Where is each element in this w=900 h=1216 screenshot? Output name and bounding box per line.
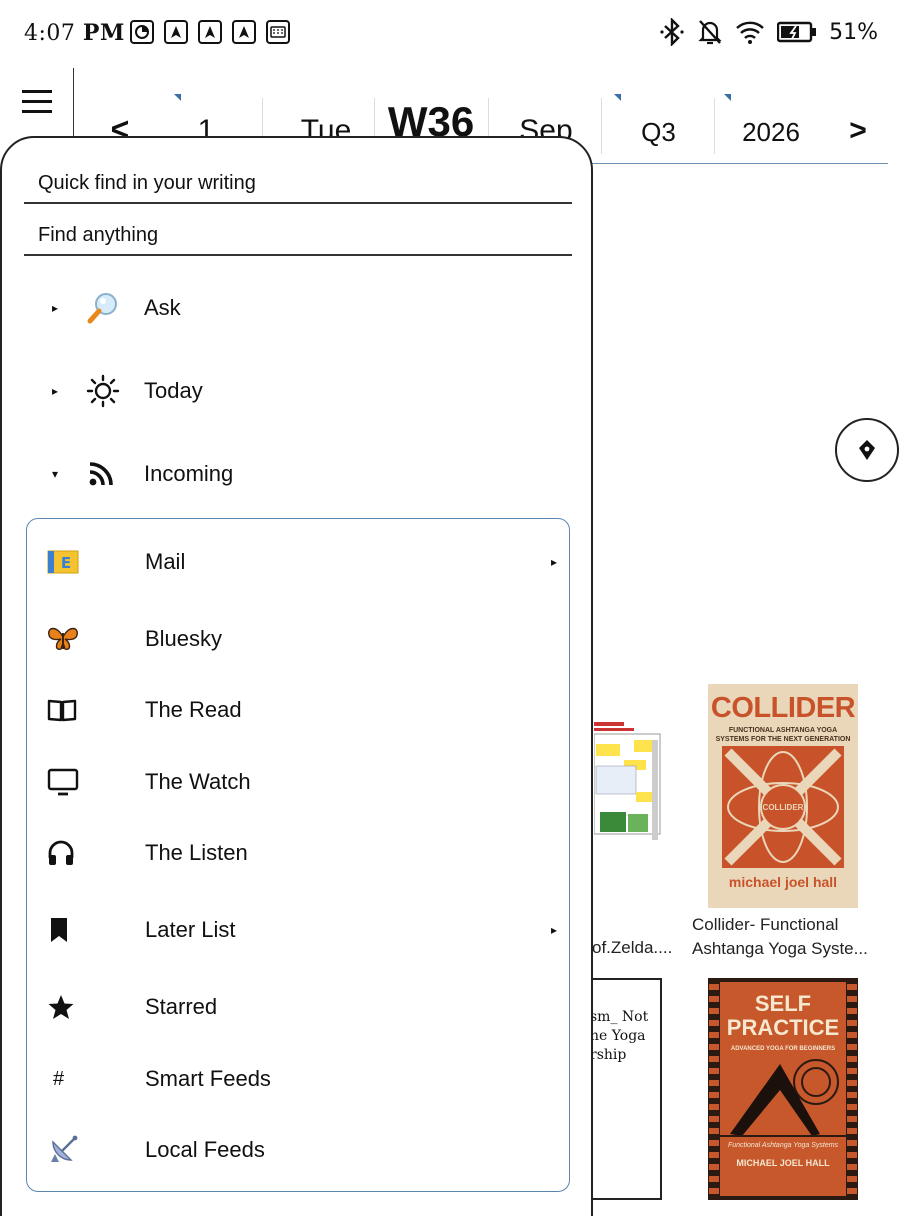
nav-item-ask[interactable]: ▸ Ask: [52, 278, 572, 338]
pen-nib-icon: [859, 440, 875, 460]
dropdown-tick-icon: [614, 94, 621, 101]
app-notification-icon: [130, 20, 154, 44]
star-icon: [47, 987, 145, 1027]
book-thumbnail-notes[interactable]: sm_ Not he Yoga rship: [588, 978, 662, 1200]
headphones-icon: [47, 833, 145, 873]
navigation-arrow-icon: [198, 20, 222, 44]
submenu-item-the-listen[interactable]: The Listen: [47, 828, 557, 878]
hash-icon: #: [53, 1067, 65, 1090]
incoming-submenu: E Mail ▸ Bluesky The Read The Watch The …: [26, 518, 570, 1192]
submenu-item-mail[interactable]: E Mail ▸: [47, 537, 557, 587]
status-time: 4:07 PM: [24, 20, 125, 46]
submenu-item-the-read[interactable]: The Read: [47, 685, 557, 735]
navigation-drawer: Quick find in your writing Find anything…: [0, 136, 593, 1216]
sun-icon: [86, 371, 144, 411]
mail-icon: E: [47, 542, 145, 582]
keyboard-icon: [266, 20, 290, 44]
nav-item-incoming[interactable]: ▾ Incoming: [52, 444, 572, 504]
submenu-item-smart-feeds[interactable]: # Smart Feeds: [47, 1054, 557, 1104]
divider: [601, 98, 602, 154]
year-selector[interactable]: 2026: [716, 90, 826, 164]
bookmark-icon: [47, 910, 145, 950]
quick-find-input[interactable]: Quick find in your writing: [24, 168, 572, 204]
submenu-item-the-watch[interactable]: The Watch: [47, 757, 557, 807]
battery-percent: 51%: [829, 19, 878, 45]
find-anything-input[interactable]: Find anything: [24, 220, 572, 256]
nav-item-today[interactable]: ▸ Today: [52, 361, 572, 421]
next-period-button[interactable]: >: [838, 90, 878, 164]
magnifier-icon: [86, 288, 144, 328]
navigation-arrow-icon: [232, 20, 256, 44]
svg-text:COLLIDER: COLLIDER: [763, 803, 804, 812]
dropdown-tick-icon: [174, 94, 181, 101]
pen-button[interactable]: [835, 418, 899, 482]
bluetooth-icon: [660, 18, 684, 46]
satellite-icon: [47, 1130, 145, 1170]
submenu-item-bluesky[interactable]: Bluesky: [47, 614, 557, 664]
system-indicators: 51%: [659, 18, 878, 46]
butterfly-icon: [47, 619, 145, 659]
submenu-item-starred[interactable]: Starred: [47, 982, 557, 1032]
cover-artwork: COLLIDER: [722, 746, 844, 868]
notification-icons: [130, 20, 290, 44]
navigation-arrow-icon: [164, 20, 188, 44]
submenu-item-later-list[interactable]: Later List ▸: [47, 905, 557, 955]
divider: [714, 98, 715, 154]
monitor-icon: [47, 762, 145, 802]
book-icon: [47, 690, 145, 730]
film-strip: [709, 978, 719, 1200]
film-strip: [847, 978, 857, 1200]
expand-arrow-icon[interactable]: ▸: [52, 384, 86, 398]
chevron-right-icon[interactable]: ▸: [537, 555, 557, 569]
battery-icon: [777, 21, 817, 43]
book-title-zelda[interactable]: of.Zelda....: [592, 938, 672, 958]
expand-arrow-icon[interactable]: ▸: [52, 301, 86, 315]
status-bar: 4:07 PM 51%: [0, 0, 900, 68]
book-cover-collider[interactable]: COLLIDER FUNCTIONAL ASHTANGA YOGA SYSTEM…: [708, 684, 858, 908]
chevron-right-icon[interactable]: ▸: [537, 923, 557, 937]
submenu-item-local-feeds[interactable]: Local Feeds: [47, 1125, 557, 1175]
book-title-collider[interactable]: Collider- Functional Ashtanga Yoga Syste…: [692, 913, 892, 961]
muted-bell-icon: [698, 20, 722, 45]
dropdown-tick-icon: [724, 94, 731, 101]
collapse-arrow-icon[interactable]: ▾: [52, 467, 86, 481]
rss-icon: [86, 454, 144, 494]
book-cover-self-practice[interactable]: SELF PRACTICE ADVANCED YOGA FOR BEGINNERS…: [708, 978, 858, 1200]
cover-artwork: SELF PRACTICE ADVANCED YOGA FOR BEGINNERS…: [720, 982, 846, 1196]
hamburger-menu-icon[interactable]: [22, 90, 52, 114]
book-thumbnail-zelda[interactable]: [593, 720, 666, 870]
svg-text:E: E: [61, 554, 71, 572]
quarter-selector[interactable]: Q3: [606, 90, 711, 164]
wifi-icon: [736, 21, 764, 44]
